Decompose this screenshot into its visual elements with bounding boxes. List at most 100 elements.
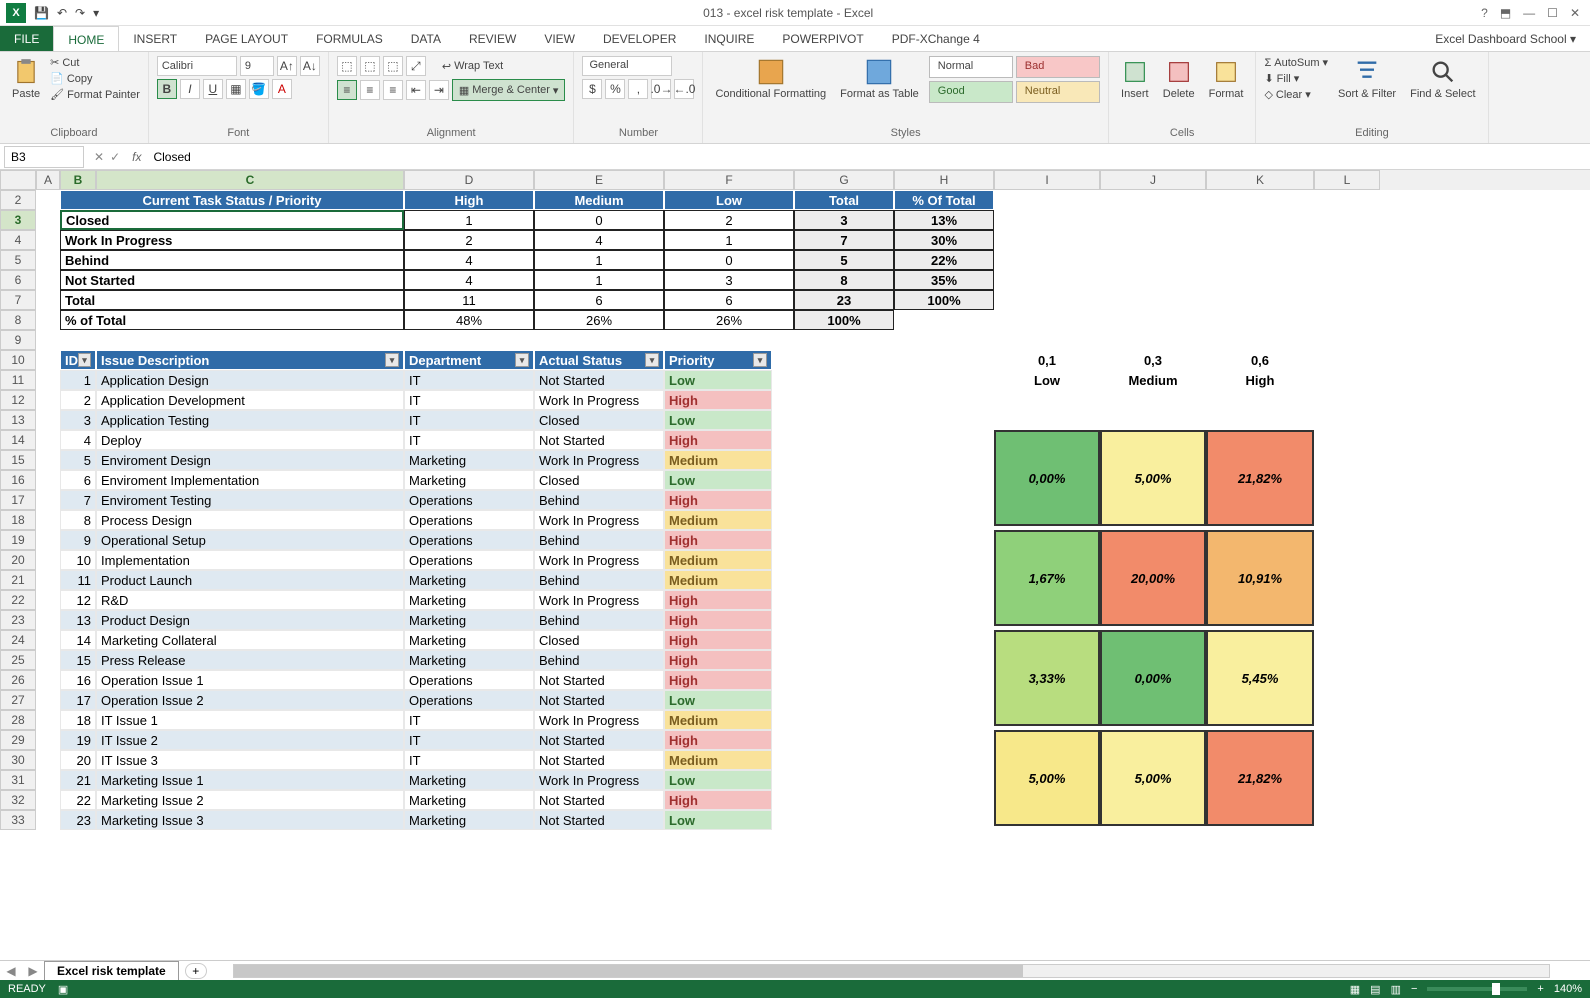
summary-cell[interactable]: 23	[794, 290, 894, 310]
view-layout-icon[interactable]: ▤	[1370, 983, 1380, 996]
horizontal-scrollbar[interactable]	[233, 964, 1550, 978]
issue-cell[interactable]: Behind	[534, 530, 664, 550]
increase-decimal-icon[interactable]: .0→	[651, 79, 671, 99]
issue-cell[interactable]: Product Design	[96, 610, 404, 630]
row-header-2[interactable]: 2	[0, 190, 36, 210]
issue-header[interactable]: Actual Status▾	[534, 350, 664, 370]
issue-cell[interactable]: 19	[60, 730, 96, 750]
row-header-5[interactable]: 5	[0, 250, 36, 270]
find-select-button[interactable]: Find & Select	[1406, 56, 1479, 102]
summary-cell[interactable]: 26%	[534, 310, 664, 330]
tab-review[interactable]: REVIEW	[455, 26, 530, 51]
issue-cell[interactable]: Operations	[404, 690, 534, 710]
tab-developer[interactable]: DEVELOPER	[589, 26, 690, 51]
col-header-E[interactable]: E	[534, 170, 664, 190]
row-header-29[interactable]: 29	[0, 730, 36, 750]
issue-cell[interactable]: 14	[60, 630, 96, 650]
issue-cell[interactable]: 17	[60, 690, 96, 710]
col-header-F[interactable]: F	[664, 170, 794, 190]
issue-cell[interactable]: Marketing Issue 2	[96, 790, 404, 810]
issue-cell[interactable]: Marketing Issue 3	[96, 810, 404, 830]
cells-area[interactable]: Current Task Status / PriorityHighMedium…	[36, 190, 1590, 830]
matrix-cell[interactable]: 3,33%	[994, 630, 1100, 726]
summary-cell[interactable]: 26%	[664, 310, 794, 330]
minimize-icon[interactable]: —	[1523, 6, 1535, 20]
row-header-11[interactable]: 11	[0, 370, 36, 390]
issue-cell[interactable]: Operation Issue 1	[96, 670, 404, 690]
sheet-nav-next-icon[interactable]: ▶	[22, 964, 44, 978]
summary-cell[interactable]: 4	[404, 250, 534, 270]
col-header-K[interactable]: K	[1206, 170, 1314, 190]
insert-button[interactable]: Insert	[1117, 56, 1153, 102]
issue-cell[interactable]: Marketing	[404, 630, 534, 650]
decrease-decimal-icon[interactable]: ←.0	[674, 79, 694, 99]
tab-file[interactable]: FILE	[0, 26, 53, 51]
issue-cell[interactable]: High	[664, 590, 772, 610]
issue-cell[interactable]: Not Started	[534, 790, 664, 810]
tab-powerpivot[interactable]: POWERPIVOT	[768, 26, 877, 51]
issue-cell[interactable]: Low	[664, 770, 772, 790]
row-header-16[interactable]: 16	[0, 470, 36, 490]
issue-cell[interactable]: Process Design	[96, 510, 404, 530]
issue-cell[interactable]: 4	[60, 430, 96, 450]
summary-header[interactable]: Low	[664, 190, 794, 210]
issue-cell[interactable]: Low	[664, 370, 772, 390]
tab-formulas[interactable]: FORMULAS	[302, 26, 397, 51]
filter-dropdown-icon[interactable]: ▾	[385, 353, 399, 367]
macro-record-icon[interactable]: ▣	[58, 983, 68, 996]
issue-cell[interactable]: Not Started	[534, 430, 664, 450]
col-header-D[interactable]: D	[404, 170, 534, 190]
issue-cell[interactable]: Not Started	[534, 750, 664, 770]
issue-cell[interactable]: Low	[664, 410, 772, 430]
issue-cell[interactable]: IT Issue 1	[96, 710, 404, 730]
underline-button[interactable]: U	[203, 79, 223, 99]
issue-cell[interactable]: Work In Progress	[534, 710, 664, 730]
row-header-21[interactable]: 21	[0, 570, 36, 590]
issue-cell[interactable]: Enviroment Testing	[96, 490, 404, 510]
style-neutral[interactable]: Neutral	[1016, 81, 1100, 103]
issue-cell[interactable]: Work In Progress	[534, 590, 664, 610]
decrease-font-icon[interactable]: A↓	[300, 56, 320, 76]
issue-cell[interactable]: 21	[60, 770, 96, 790]
issue-cell[interactable]: Low	[664, 810, 772, 830]
conditional-formatting-button[interactable]: Conditional Formatting	[711, 56, 830, 102]
tab-pdf-xchange[interactable]: PDF-XChange 4	[878, 26, 994, 51]
issue-cell[interactable]: Work In Progress	[534, 510, 664, 530]
save-icon[interactable]: 💾	[34, 6, 49, 20]
row-header-18[interactable]: 18	[0, 510, 36, 530]
tab-inquire[interactable]: INQUIRE	[690, 26, 768, 51]
issue-cell[interactable]: Closed	[534, 470, 664, 490]
issue-cell[interactable]: Work In Progress	[534, 450, 664, 470]
redo-icon[interactable]: ↷	[75, 6, 85, 20]
issue-header[interactable]: Department▾	[404, 350, 534, 370]
filter-dropdown-icon[interactable]: ▾	[645, 353, 659, 367]
issue-cell[interactable]: Not Started	[534, 690, 664, 710]
summary-cell[interactable]: 22%	[894, 250, 994, 270]
fill-color-button[interactable]: 🪣	[249, 79, 269, 99]
issue-cell[interactable]: Not Started	[534, 670, 664, 690]
increase-font-icon[interactable]: A↑	[277, 56, 297, 76]
issue-cell[interactable]: Operation Issue 2	[96, 690, 404, 710]
copy-button[interactable]: 📄 Copy	[50, 72, 140, 85]
summary-cell[interactable]: 11	[404, 290, 534, 310]
issue-cell[interactable]: 18	[60, 710, 96, 730]
issue-cell[interactable]: 22	[60, 790, 96, 810]
select-all-corner[interactable]	[0, 170, 36, 190]
summary-cell[interactable]: 100%	[894, 290, 994, 310]
issue-cell[interactable]: Behind	[534, 490, 664, 510]
matrix-header-val[interactable]: 0,3	[1100, 350, 1206, 370]
tab-page-layout[interactable]: PAGE LAYOUT	[191, 26, 302, 51]
issue-cell[interactable]: Marketing Collateral	[96, 630, 404, 650]
issue-cell[interactable]: Press Release	[96, 650, 404, 670]
matrix-cell[interactable]: 5,45%	[1206, 630, 1314, 726]
issue-cell[interactable]: Work In Progress	[534, 390, 664, 410]
autosum-button[interactable]: Σ AutoSum ▾	[1264, 56, 1328, 69]
matrix-cell[interactable]: 21,82%	[1206, 730, 1314, 826]
summary-cell[interactable]: 2	[664, 210, 794, 230]
row-header-13[interactable]: 13	[0, 410, 36, 430]
issue-cell[interactable]: Low	[664, 690, 772, 710]
format-button[interactable]: Format	[1205, 56, 1248, 102]
summary-cell[interactable]: 13%	[894, 210, 994, 230]
issue-cell[interactable]: Medium	[664, 550, 772, 570]
font-size-combo[interactable]: 9	[240, 56, 274, 76]
